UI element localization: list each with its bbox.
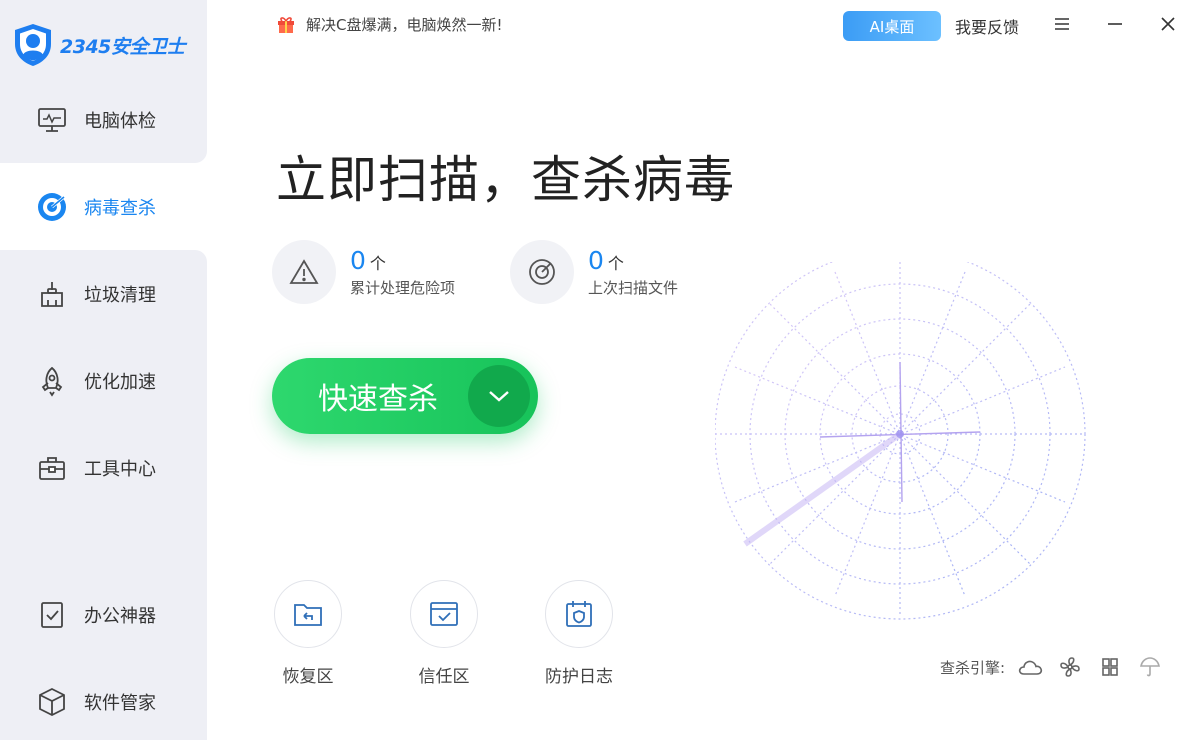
package-icon <box>36 686 68 718</box>
minimize-button[interactable] <box>1101 10 1129 38</box>
rocket-icon <box>36 365 68 397</box>
fan-icon <box>1060 657 1080 677</box>
sidebar-item-label: 垃圾清理 <box>84 285 156 306</box>
sidebar-item-label: 工具中心 <box>84 459 156 480</box>
tool-label: 恢复区 <box>282 667 334 687</box>
sidebar-item-optimize[interactable]: 优化加速 <box>0 351 207 411</box>
sidebar-item-label: 病毒查杀 <box>84 198 156 219</box>
sidebar-item-label: 办公神器 <box>84 606 156 627</box>
umbrella-engine-button[interactable] <box>1137 654 1163 680</box>
scan-mode-dropdown[interactable] <box>468 365 530 427</box>
menu-button[interactable] <box>1048 10 1076 38</box>
stat-value: 0 <box>350 246 366 275</box>
promo-banner[interactable]: 解决C盘爆满，电脑焕然一新! <box>276 13 503 35</box>
stat-unit: 个 <box>369 254 386 273</box>
stat-label: 上次扫描文件 <box>588 279 679 297</box>
logo-text: 2345安全卫士 <box>60 35 185 58</box>
protection-log-button[interactable]: 防护日志 <box>543 580 615 687</box>
menu-icon <box>1055 18 1069 30</box>
log-shield-icon-wrap <box>545 580 613 648</box>
target-icon <box>36 191 68 223</box>
fan-engine-button[interactable] <box>1057 654 1083 680</box>
ai-desktop-button[interactable]: AI桌面 <box>843 11 941 41</box>
minimize-icon <box>1108 23 1122 25</box>
monitor-icon <box>36 104 68 136</box>
radar-icon <box>529 259 555 285</box>
stat-body: 0个 累计处理危险项 <box>350 246 455 298</box>
sidebar-item-virus-scan[interactable]: 病毒查杀 <box>0 177 207 237</box>
engine-label: 查杀引擎: <box>940 658 1006 677</box>
chevron-down-icon <box>489 391 509 402</box>
folder-restore-icon-wrap <box>274 580 342 648</box>
gift-icon <box>278 17 294 33</box>
sidebar-item-cleanup[interactable]: 垃圾清理 <box>0 264 207 324</box>
radar-icon-wrap <box>510 240 574 304</box>
log-shield-icon <box>566 601 592 627</box>
tool-label: 防护日志 <box>545 667 613 687</box>
document-check-icon <box>36 599 68 631</box>
quick-scan-button[interactable]: 快速查杀 <box>272 358 538 434</box>
feedback-link[interactable]: 我要反馈 <box>955 14 1019 38</box>
warning-icon <box>289 259 319 284</box>
stat-unit: 个 <box>607 254 624 273</box>
radar-graphic <box>715 262 1086 620</box>
cloud-engine-button[interactable] <box>1017 654 1043 680</box>
app-logo: 2345安全卫士 <box>12 22 185 68</box>
window-check-icon <box>430 602 458 626</box>
sidebar-item-label: 电脑体检 <box>84 111 156 132</box>
sidebar: 2345安全卫士 电脑体检 病毒查杀 垃圾清理 优化加速 工具中心 办公神器 软… <box>0 0 207 740</box>
trust-area-button[interactable]: 信任区 <box>408 580 480 687</box>
stat-value: 0 <box>588 246 604 275</box>
recovery-area-button[interactable]: 恢复区 <box>272 580 344 687</box>
warning-icon-wrap <box>272 240 336 304</box>
toolbox-icon <box>36 452 68 484</box>
close-button[interactable] <box>1154 10 1182 38</box>
umbrella-icon <box>1140 657 1161 677</box>
quick-scan-label: 快速查杀 <box>318 382 438 417</box>
tool-label: 信任区 <box>418 667 470 687</box>
sidebar-item-label: 软件管家 <box>84 693 156 714</box>
broom-icon <box>36 278 68 310</box>
stat-danger-items: 0个 累计处理危险项 <box>272 240 455 304</box>
sidebar-item-label: 优化加速 <box>84 372 156 393</box>
stat-body: 0个 上次扫描文件 <box>588 246 678 298</box>
sidebar-item-tools[interactable]: 工具中心 <box>0 438 207 498</box>
sidebar-item-office[interactable]: 办公神器 <box>0 585 207 645</box>
cloud-icon <box>1018 660 1043 675</box>
stat-label: 累计处理危险项 <box>350 279 456 297</box>
close-icon <box>1161 17 1175 31</box>
sidebar-item-checkup[interactable]: 电脑体检 <box>0 90 207 150</box>
stat-scanned-files: 0个 上次扫描文件 <box>510 240 678 304</box>
sidebar-item-software[interactable]: 软件管家 <box>0 672 207 732</box>
grid-icon <box>1102 658 1118 676</box>
grid-engine-button[interactable] <box>1097 654 1123 680</box>
window-check-icon-wrap <box>410 580 478 648</box>
scan-engine-bar: 查杀引擎: <box>940 654 1177 680</box>
app-window: 2345安全卫士 电脑体检 病毒查杀 垃圾清理 优化加速 工具中心 办公神器 软… <box>0 0 1200 740</box>
page-title: 立即扫描，查杀病毒 <box>276 151 735 209</box>
folder-restore-icon <box>294 604 322 626</box>
promo-text: 解决C盘爆满，电脑焕然一新! <box>306 15 503 34</box>
shield-logo-icon <box>15 24 51 66</box>
